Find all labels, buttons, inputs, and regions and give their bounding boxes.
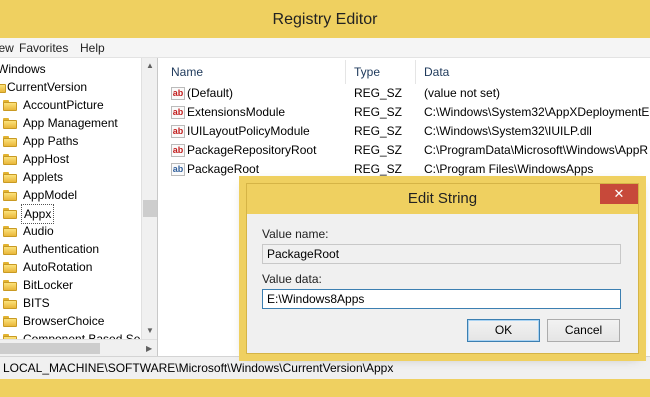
menu-view[interactable]: View [0,41,14,55]
value-data: C:\Windows\System32\IUILP.dll [424,124,592,138]
value-type: REG_SZ [354,86,403,100]
value-data: C:\Windows\System32\AppXDeploymentE [424,105,650,119]
dialog-title: Edit String [247,184,638,214]
value-data: C:\Program Files\WindowsApps [424,162,594,176]
value-row[interactable]: ab PackageRepositoryRoot REG_SZ C:\Progr… [163,141,650,160]
string-value-icon: ab [171,87,185,100]
string-value-icon: ab [171,106,185,119]
menu-favorites[interactable]: Favorites [19,41,68,55]
value-row[interactable]: ab (Default) REG_SZ (value not set) [163,84,650,103]
tree-item-label: AppModel [23,188,78,202]
tree-item-label: Windows [0,62,46,76]
tree-item-label: Authentication [23,242,100,256]
value-data-label: Value data: [262,272,322,286]
string-value-icon: ab [171,163,185,176]
value-type: REG_SZ [354,162,403,176]
folder-icon [3,298,17,309]
value-data: (value not set) [424,86,501,100]
menu-bar: View Favorites Help [0,38,650,58]
tree-horizontal-scrollbar[interactable]: ▶ [0,339,157,356]
tree-item-label: CurrentVersion [7,80,88,94]
value-row-selected[interactable]: ab PackageRoot REG_SZ C:\Program Files\W… [163,160,650,179]
scroll-thumb[interactable] [0,343,100,354]
tree-item-label: App Management [23,116,118,130]
value-row[interactable]: ab IUILayoutPolicyModule REG_SZ C:\Windo… [163,122,650,141]
value-name: PackageRoot [187,162,260,176]
folder-open-icon [3,208,17,219]
tree-vertical-scrollbar[interactable]: ▲ ▼ [141,58,157,339]
key-path: LOCAL_MACHINE\SOFTWARE\Microsoft\Windows… [3,361,394,375]
window-titlebar[interactable]: Registry Editor [0,0,650,38]
folder-icon [3,100,17,111]
dialog-body: Value name: PackageRoot Value data: OK C… [247,214,638,353]
folder-icon [3,154,17,165]
value-name: ExtensionsModule [187,105,286,119]
tree-item-label: BitLocker [23,278,74,292]
value-name: IUILayoutPolicyModule [187,124,310,138]
close-icon[interactable]: ✕ [600,184,638,204]
value-type: REG_SZ [354,105,403,119]
cancel-button[interactable]: Cancel [547,319,620,342]
window-bottom-frame [0,379,650,397]
value-data-input[interactable] [262,289,621,309]
value-data: C:\ProgramData\Microsoft\Windows\AppR [424,143,649,157]
folder-icon [3,136,17,147]
column-header-type[interactable]: Type [346,60,416,84]
value-type: REG_SZ [354,143,403,157]
scroll-down-icon[interactable]: ▼ [146,326,154,335]
tree-item-label: BITS [23,296,50,310]
tree-item-label: Audio [23,224,54,238]
tree-item-label-selected: Appx [21,204,55,224]
folder-icon [3,262,17,273]
column-header-data[interactable]: Data [416,60,650,84]
ok-button[interactable]: OK [467,319,540,342]
status-bar: LOCAL_MACHINE\SOFTWARE\Microsoft\Windows… [0,356,650,379]
value-name-label: Value name: [262,227,329,241]
folder-icon [0,82,6,93]
folder-icon [3,118,17,129]
column-header-name[interactable]: Name [163,60,346,84]
tree-item-label: App Paths [23,134,79,148]
menu-help[interactable]: Help [80,41,105,55]
folder-icon [3,316,17,327]
tree-item-label: AccountPicture [23,98,104,112]
string-value-icon: ab [171,125,185,138]
value-name-field: PackageRoot [262,244,621,264]
folder-icon [3,280,17,291]
scroll-right-icon[interactable]: ▶ [146,344,152,353]
value-name: PackageRepositoryRoot [187,143,317,157]
tree-item-label: AutoRotation [23,260,93,274]
tree-item-label: Applets [23,170,64,184]
tree-item-label: AppHost [23,152,70,166]
value-row[interactable]: ab ExtensionsModule REG_SZ C:\Windows\Sy… [163,103,650,122]
folder-icon [3,244,17,255]
folder-icon [3,226,17,237]
tree-item-label: BrowserChoice [23,314,105,328]
folder-icon [3,172,17,183]
scroll-thumb[interactable] [143,200,157,217]
value-name: (Default) [187,86,234,100]
edit-string-dialog: Edit String ✕ Value name: PackageRoot Va… [246,183,639,354]
value-type: REG_SZ [354,124,403,138]
key-tree-pane: Windows CurrentVersion AccountPicture Ap… [0,58,158,356]
window-title: Registry Editor [272,11,378,28]
string-value-icon: ab [171,144,185,157]
folder-icon [3,190,17,201]
scroll-up-icon[interactable]: ▲ [146,61,154,70]
